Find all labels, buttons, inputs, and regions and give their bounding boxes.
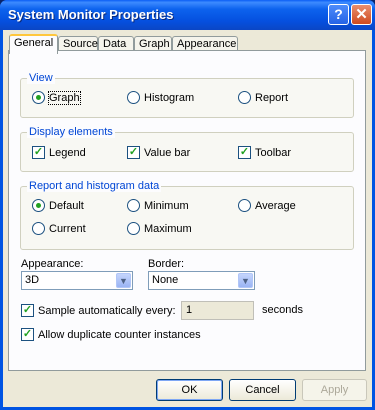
view-graph-option[interactable]: Graph: [32, 90, 81, 105]
display-elements-group: Display elements ✓ Legend ✓ Value bar ✓ …: [20, 126, 354, 172]
checkbox-label: Legend: [49, 146, 86, 159]
radio-button[interactable]: [127, 222, 140, 235]
radio-button[interactable]: [32, 222, 45, 235]
option-label: Graph: [48, 90, 81, 105]
report-current-option[interactable]: Current: [32, 222, 86, 235]
legend-checkbox[interactable]: ✓ Legend: [32, 146, 86, 159]
option-label: Histogram: [144, 91, 195, 104]
appearance-value: 3D: [25, 274, 40, 286]
chevron-down-icon[interactable]: ▼: [116, 273, 131, 288]
sample-interval-value: 1: [186, 304, 193, 316]
cancel-button[interactable]: Cancel: [229, 379, 296, 401]
checkbox[interactable]: ✓: [238, 146, 251, 159]
checkbox[interactable]: ✓: [21, 304, 34, 317]
report-average-option[interactable]: Average: [238, 199, 296, 212]
checkbox[interactable]: ✓: [32, 146, 45, 159]
option-label: Default: [49, 199, 84, 212]
checkbox[interactable]: ✓: [127, 146, 140, 159]
checkbox-label: Allow duplicate counter instances: [38, 328, 201, 341]
report-data-label: Report and histogram data: [27, 180, 162, 192]
radio-button[interactable]: [127, 91, 140, 104]
radio-button[interactable]: [32, 91, 45, 104]
radio-button[interactable]: [238, 91, 251, 104]
toolbar-checkbox[interactable]: ✓ Toolbar: [238, 146, 291, 159]
view-group-label: View: [27, 72, 55, 84]
option-label: Maximum: [144, 222, 192, 235]
appearance-dropdown[interactable]: 3D ▼: [21, 271, 133, 290]
radio-button[interactable]: [238, 199, 251, 212]
allow-duplicate-checkbox[interactable]: ✓ Allow duplicate counter instances: [21, 328, 201, 341]
close-button[interactable]: ✕: [351, 4, 372, 25]
option-label: Minimum: [144, 199, 189, 212]
apply-button[interactable]: Apply: [302, 379, 367, 401]
window-title: System Monitor Properties: [8, 7, 174, 22]
view-group: View Graph Histogram Report: [20, 72, 354, 118]
border-value: None: [152, 274, 179, 286]
report-default-option[interactable]: Default: [32, 199, 84, 212]
view-histogram-option[interactable]: Histogram: [127, 91, 194, 104]
dialog-body: General Source Data Graph Appearance Vie…: [3, 30, 372, 407]
chevron-down-icon[interactable]: ▼: [238, 273, 253, 288]
checkbox-label: Value bar: [144, 146, 191, 159]
view-report-option[interactable]: Report: [238, 91, 288, 104]
report-maximum-option[interactable]: Maximum: [127, 222, 192, 235]
value-bar-checkbox[interactable]: ✓ Value bar: [127, 146, 190, 159]
seconds-label: seconds: [262, 304, 303, 316]
checkbox-label: Toolbar: [255, 146, 292, 159]
sample-automatically-checkbox[interactable]: ✓ Sample automatically every:: [21, 304, 176, 317]
border-label: Border:: [148, 258, 185, 270]
checkbox[interactable]: ✓: [21, 328, 34, 341]
report-minimum-option[interactable]: Minimum: [127, 199, 189, 212]
title-bar[interactable]: System Monitor Properties ? ✕: [0, 0, 375, 30]
tab-general[interactable]: General: [9, 34, 58, 54]
report-data-group: Report and histogram data Default Minimu…: [20, 180, 354, 250]
appearance-label: Appearance:: [21, 258, 84, 270]
radio-button[interactable]: [127, 199, 140, 212]
radio-button[interactable]: [32, 199, 45, 212]
checkbox-label: Sample automatically every:: [38, 304, 176, 317]
border-dropdown[interactable]: None ▼: [148, 271, 255, 290]
option-label: Current: [49, 222, 86, 235]
general-tab-panel: View Graph Histogram Report Display elem…: [8, 50, 366, 371]
sample-interval-input[interactable]: 1: [181, 301, 254, 320]
ok-button[interactable]: OK: [156, 379, 223, 401]
help-button[interactable]: ?: [328, 4, 349, 25]
display-elements-label: Display elements: [27, 126, 115, 138]
properties-window: System Monitor Properties ? ✕ General So…: [0, 0, 375, 410]
option-label: Report: [255, 91, 289, 104]
option-label: Average: [255, 199, 296, 212]
